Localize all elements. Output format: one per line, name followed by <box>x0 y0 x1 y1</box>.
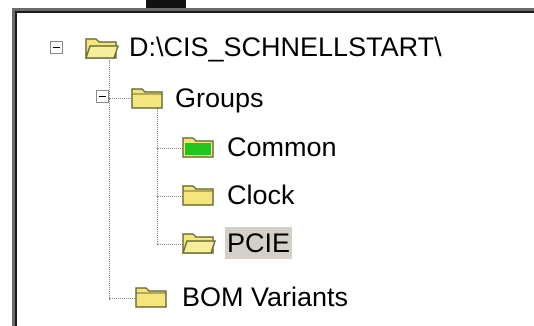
tree-connector-root <box>109 60 110 300</box>
tree-node-root-label[interactable]: D:\CIS_SCHNELLSTART\ <box>127 31 444 63</box>
folder-tree[interactable]: D:\CIS_SCHNELLSTART\ Groups Common Clock… <box>0 0 534 326</box>
tree-node-common-label[interactable]: Common <box>225 131 339 163</box>
tree-connector-groups-children <box>157 108 158 244</box>
folder-green-icon <box>181 133 217 159</box>
groups-collapse-button[interactable] <box>96 90 109 103</box>
minus-icon <box>99 96 106 97</box>
open-folder-icon <box>84 34 120 60</box>
root-collapse-button[interactable] <box>50 41 63 54</box>
closed-folder-icon <box>134 283 170 309</box>
tree-connector-clock <box>157 196 181 197</box>
tree-node-groups-label[interactable]: Groups <box>173 82 266 114</box>
tree-node-clock-label[interactable]: Clock <box>225 179 297 211</box>
minus-icon <box>53 47 60 48</box>
tree-node-bom-label[interactable]: BOM Variants <box>180 281 350 313</box>
tree-node-pcie-label[interactable]: PCIE <box>225 227 293 259</box>
closed-folder-icon <box>181 181 217 207</box>
closed-folder-icon <box>130 84 166 110</box>
tree-connector-pcie <box>157 244 181 245</box>
tree-connector-common <box>157 148 181 149</box>
open-folder-icon <box>181 229 217 255</box>
